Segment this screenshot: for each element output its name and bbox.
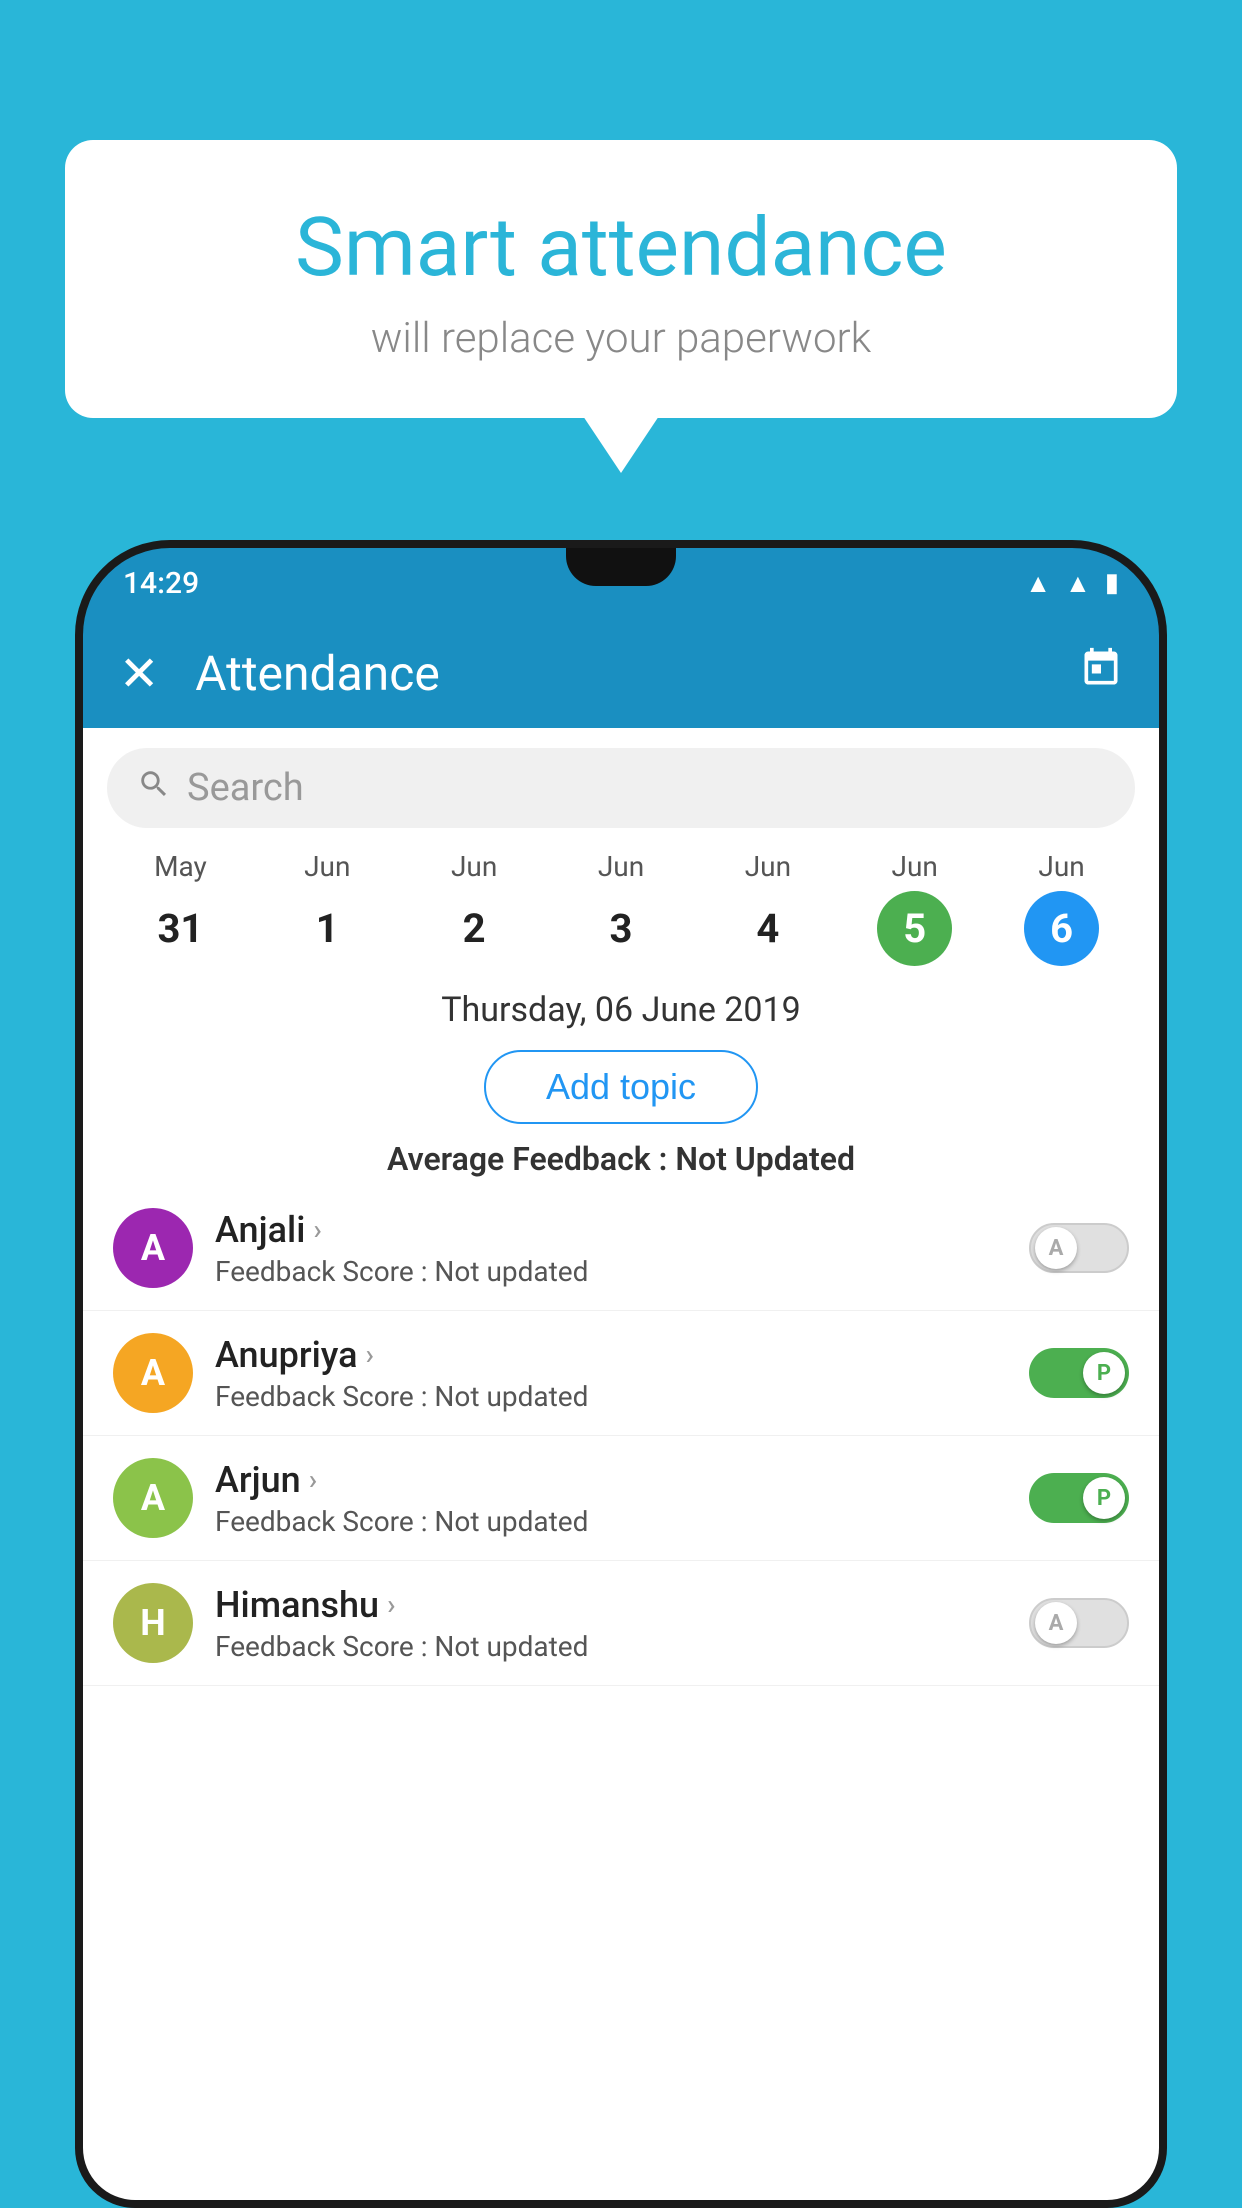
chevron-right-icon: › [366,1338,374,1371]
calendar-day[interactable]: Jun 2 [401,850,548,966]
feedback-value: Not updated [434,1380,588,1413]
search-icon [137,767,171,810]
toggle-knob: P [1083,1352,1125,1394]
student-feedback: Feedback Score : Not updated [215,1630,1029,1663]
student-name-text: Anupriya [215,1334,358,1376]
calendar-day[interactable]: May 31 [107,850,254,966]
student-info: Anupriya› Feedback Score : Not updated [215,1334,1029,1413]
app-bar: ✕ Attendance [83,618,1159,728]
feedback-label: Feedback Score : [215,1255,434,1288]
student-list: AAnjali›Feedback Score : Not updatedAAAn… [83,1186,1159,1686]
wifi-icon: ▲ [1025,568,1051,599]
attendance-toggle[interactable]: P [1029,1348,1129,1398]
student-avatar: A [113,1458,193,1538]
student-avatar: H [113,1583,193,1663]
phone-frame: 14:29 ▲ ▲ ▮ ✕ Attendance Search [75,540,1167,2208]
calendar-day[interactable]: Jun 6 [988,850,1135,966]
chevron-right-icon: › [387,1588,395,1621]
feedback-label: Feedback Score : [215,1505,434,1538]
student-item[interactable]: A Anupriya› Feedback Score : Not updated P [83,1311,1159,1436]
student-info: Anjali› Feedback Score : Not updated [215,1209,1029,1288]
student-item[interactable]: A Arjun› Feedback Score : Not updated P [83,1436,1159,1561]
cal-month-label: May [154,850,207,883]
phone-notch [566,548,676,586]
toggle-knob: A [1035,1227,1077,1269]
cal-date-number[interactable]: 31 [143,891,218,966]
cal-date-number[interactable]: 6 [1024,891,1099,966]
student-name-text: Himanshu [215,1584,379,1626]
calendar-day[interactable]: Jun 4 [694,850,841,966]
phone-content: Search May 31 Jun 1 Jun 2 Jun 3 Jun 4 Jun 5 Jun 6 Thu… [83,728,1159,2200]
status-icons: ▲ ▲ ▮ [1025,568,1119,599]
speech-bubble-container: Smart attendance will replace your paper… [65,140,1177,418]
calendar-day[interactable]: Jun 3 [548,850,695,966]
cal-date-number[interactable]: 2 [437,891,512,966]
student-name-text: Anjali [215,1209,305,1251]
chevron-right-icon: › [309,1463,317,1496]
toggle-knob: P [1083,1477,1125,1519]
cal-month-label: Jun [304,850,350,883]
cal-month-label: Jun [745,850,791,883]
cal-month-label: Jun [451,850,497,883]
student-name: Anjali› [215,1209,1029,1251]
feedback-label: Feedback Score : [215,1380,434,1413]
battery-icon: ▮ [1105,568,1119,598]
avg-feedback: Average Feedback : Not Updated [83,1140,1159,1178]
student-avatar: A [113,1333,193,1413]
attendance-toggle[interactable]: P [1029,1473,1129,1523]
cal-month-label: Jun [892,850,938,883]
feedback-label: Feedback Score : [215,1630,434,1663]
feedback-value: Not updated [434,1630,588,1663]
student-name: Arjun› [215,1459,1029,1501]
student-item[interactable]: AAnjali›Feedback Score : Not updatedA [83,1186,1159,1311]
student-avatar: A [113,1208,193,1288]
speech-bubble: Smart attendance will replace your paper… [65,140,1177,418]
add-topic-button[interactable]: Add topic [484,1050,758,1124]
feedback-value: Not updated [434,1505,588,1538]
cal-date-number[interactable]: 3 [584,891,659,966]
chevron-right-icon: › [313,1213,321,1246]
avg-feedback-value: Not Updated [675,1140,855,1178]
cal-date-number[interactable]: 1 [290,891,365,966]
app-bar-title: Attendance [195,645,1079,702]
student-feedback: Feedback Score : Not updated [215,1505,1029,1538]
bubble-title: Smart attendance [115,200,1127,296]
signal-icon: ▲ [1065,568,1091,599]
bubble-subtitle: will replace your paperwork [115,314,1127,363]
student-feedback: Feedback Score : Not updated [215,1255,1029,1288]
selected-date-label: Thursday, 06 June 2019 [83,990,1159,1030]
toggle-knob: A [1035,1602,1077,1644]
student-info: Arjun› Feedback Score : Not updated [215,1459,1029,1538]
calendar-day[interactable]: Jun 1 [254,850,401,966]
cal-month-label: Jun [1038,850,1084,883]
student-name-text: Arjun [215,1459,301,1501]
cal-date-number[interactable]: 5 [877,891,952,966]
cal-month-label: Jun [598,850,644,883]
student-item[interactable]: HHimanshu›Feedback Score : Not updatedA [83,1561,1159,1686]
close-button[interactable]: ✕ [119,645,159,702]
attendance-toggle[interactable]: A [1029,1223,1129,1273]
calendar-icon[interactable] [1079,646,1123,700]
avg-feedback-label: Average Feedback : [387,1140,675,1178]
cal-date-number[interactable]: 4 [730,891,805,966]
status-time: 14:29 [123,566,199,601]
student-info: Himanshu› Feedback Score : Not updated [215,1584,1029,1663]
search-bar[interactable]: Search [107,748,1135,828]
search-placeholder: Search [187,766,304,810]
calendar-strip: May 31 Jun 1 Jun 2 Jun 3 Jun 4 Jun 5 Jun 6 [83,828,1159,976]
student-name: Himanshu› [215,1584,1029,1626]
attendance-toggle[interactable]: A [1029,1598,1129,1648]
calendar-day[interactable]: Jun 5 [841,850,988,966]
student-name: Anupriya› [215,1334,1029,1376]
feedback-value: Not updated [434,1255,588,1288]
student-feedback: Feedback Score : Not updated [215,1380,1029,1413]
